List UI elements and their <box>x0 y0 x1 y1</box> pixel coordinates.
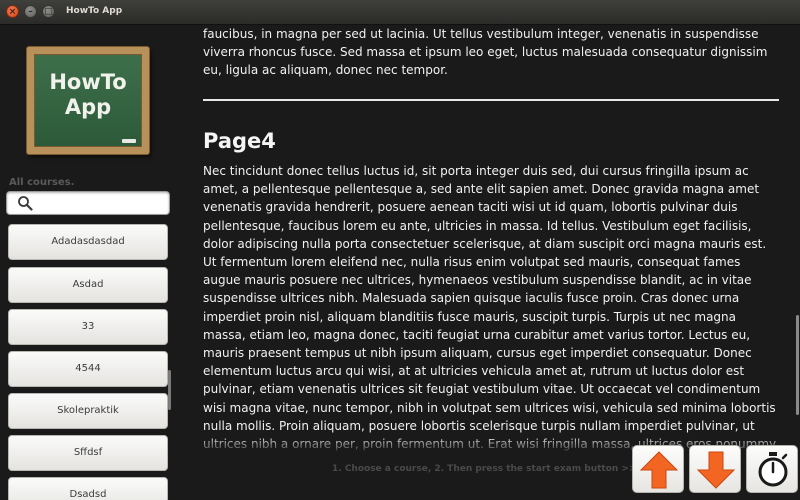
search-icon <box>18 196 33 211</box>
window-minimize-button[interactable]: – <box>24 5 37 18</box>
window-close-button[interactable]: × <box>6 5 19 18</box>
section-paragraph: Nec tincidunt donec tellus luctus id, si… <box>203 164 776 469</box>
content-scrollbar[interactable] <box>796 315 799 415</box>
course-search-box[interactable] <box>6 191 170 215</box>
section-divider <box>203 99 779 101</box>
sidebar: HowTo App All courses. Adadasdasdad Asda… <box>0 25 178 500</box>
courses-section-label: All courses. <box>9 177 75 188</box>
course-item[interactable]: Dsadsd <box>8 477 168 500</box>
course-item[interactable]: Asdad <box>8 267 168 303</box>
content-pane: faucibus, in magna per sed ut lacinia. U… <box>180 25 800 500</box>
start-exam-button[interactable] <box>746 445 798 493</box>
down-arrow-icon <box>696 451 736 489</box>
app-logo: HowTo App <box>27 47 149 154</box>
up-arrow-icon <box>639 451 679 489</box>
scroll-up-button[interactable] <box>632 445 684 493</box>
scroll-down-button[interactable] <box>689 445 741 493</box>
course-item[interactable]: 33 <box>8 309 168 345</box>
app-logo-text: HowTo App <box>49 70 127 119</box>
stopwatch-icon <box>758 452 788 487</box>
instruction-hint: 1. Choose a course, 2. Then press the st… <box>332 464 637 474</box>
course-item[interactable]: Skolepraktik <box>8 393 168 429</box>
action-bar: 1. Choose a course, 2. Then press the st… <box>180 435 800 500</box>
window-title: HowTo App <box>66 6 123 16</box>
window-titlebar: × – □ HowTo App <box>0 0 800 25</box>
search-input[interactable] <box>37 194 169 214</box>
course-item[interactable]: Sffdsf <box>8 435 168 471</box>
window-maximize-button[interactable]: □ <box>42 5 55 18</box>
course-item[interactable]: 4544 <box>8 351 168 387</box>
content-paragraph: faucibus, in magna per sed ut lacinia. U… <box>203 27 768 78</box>
sidebar-scrollbar[interactable] <box>168 370 171 410</box>
course-item[interactable]: Adadasdasdad <box>8 224 168 260</box>
chalk-icon <box>122 139 136 143</box>
section-title: Page4 <box>203 129 276 153</box>
